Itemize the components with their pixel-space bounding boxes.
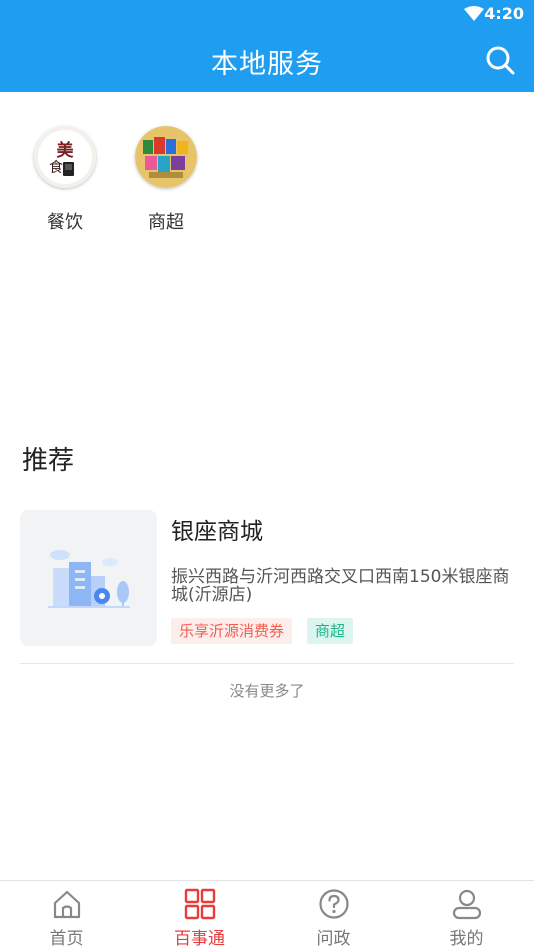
section-title-recommend: 推荐 <box>20 440 76 477</box>
tab-home[interactable]: 首页 <box>0 881 133 949</box>
category-label: 餐饮 <box>47 212 83 233</box>
category-supermarket[interactable]: 商超 <box>126 126 206 234</box>
page-title: 本地服务 <box>211 49 323 80</box>
tab-label: 我的 <box>449 929 484 949</box>
bottom-tab-bar: 首页 百事通 问政 我的 <box>0 880 534 949</box>
food-icon: 美 食 <box>34 126 96 188</box>
no-more-text: 没有更多了 <box>229 682 305 700</box>
svg-text:食: 食 <box>49 159 63 176</box>
tab-label: 百事通 <box>174 929 225 949</box>
user-icon <box>452 889 481 920</box>
tab-baishitong[interactable]: 百事通 <box>133 881 266 949</box>
status-time: 4:20 <box>484 4 524 23</box>
store-card[interactable]: 银座商城 振兴西路与沂河西路交叉口西南150米银座商城(沂源店) 乐享沂源消费券… <box>20 510 514 664</box>
wifi-icon <box>464 6 484 21</box>
store-address: 振兴西路与沂河西路交叉口西南150米银座商城(沂源店) <box>171 567 510 605</box>
store-thumbnail <box>20 510 157 646</box>
category-grid: 美 食 餐饮 商超 <box>0 92 534 252</box>
tag-category: 商超 <box>307 618 354 644</box>
section-title-text: 推荐 <box>22 446 75 476</box>
supermarket-icon <box>135 126 197 188</box>
tab-label: 首页 <box>49 929 84 949</box>
app-header: 本地服务 <box>0 28 534 92</box>
tag-coupon: 乐享沂源消费券 <box>171 618 293 644</box>
category-food[interactable]: 美 食 餐饮 <box>25 126 105 234</box>
home-icon <box>53 890 80 919</box>
category-label: 商超 <box>148 212 184 233</box>
status-bar: 4:20 <box>0 0 534 28</box>
grid-icon <box>184 888 215 920</box>
store-name: 银座商城 <box>171 519 263 545</box>
svg-text:美: 美 <box>57 140 75 161</box>
tab-wenzheng[interactable]: 问政 <box>267 881 400 949</box>
question-icon <box>318 889 349 919</box>
tab-mine[interactable]: 我的 <box>400 881 533 949</box>
tab-label: 问政 <box>316 929 351 949</box>
building-placeholder-icon <box>48 550 130 608</box>
search-icon[interactable] <box>484 44 516 76</box>
